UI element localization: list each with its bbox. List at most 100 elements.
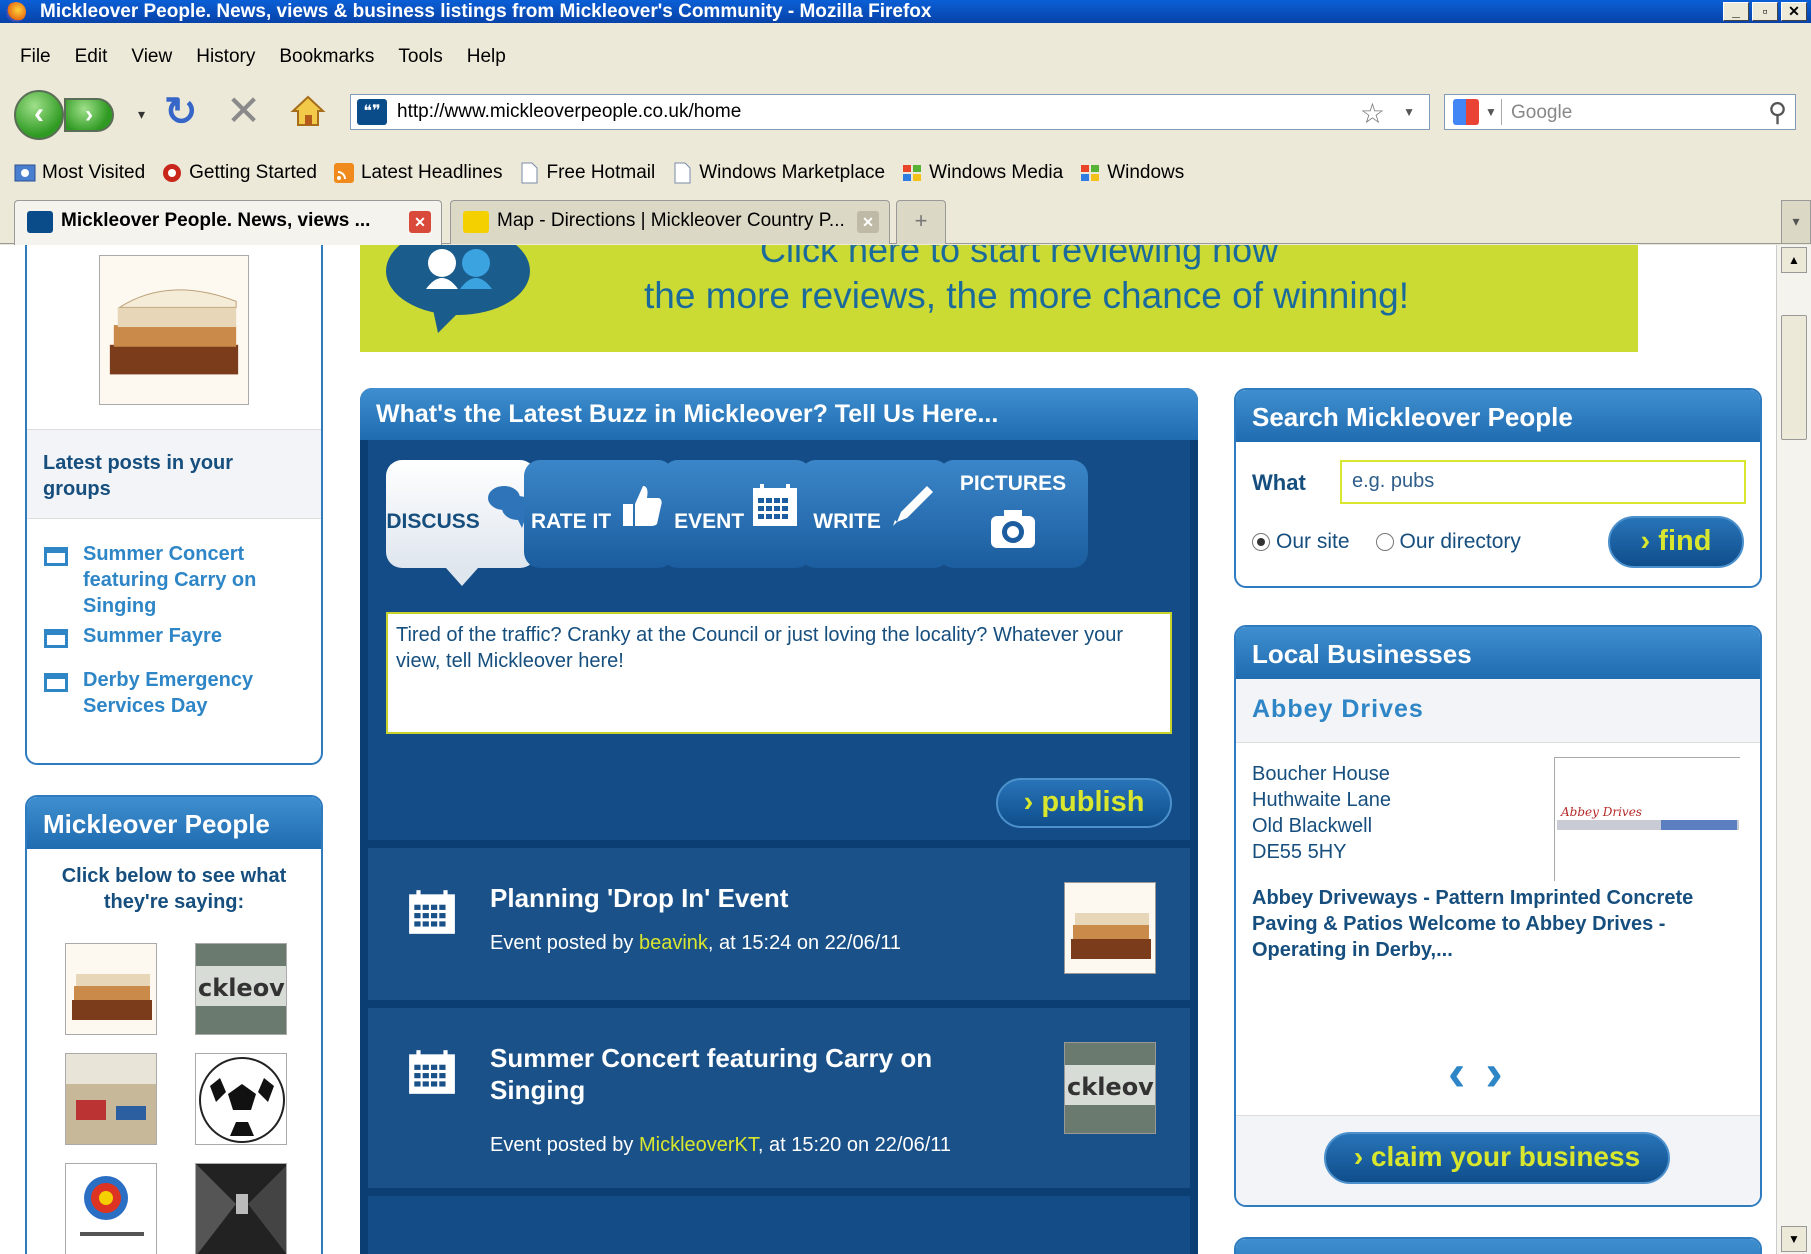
post-thumbnail[interactable] — [1064, 882, 1156, 974]
books-image — [1065, 883, 1155, 973]
minimize-button[interactable]: _ — [1723, 2, 1749, 21]
post-thumbnail[interactable]: ckleov — [1064, 1042, 1156, 1134]
bookmark-windows-media[interactable]: Windows Media — [901, 162, 1063, 184]
buzz-post-item[interactable] — [368, 1196, 1190, 1254]
search-magnifier-icon[interactable]: ⚲ — [1768, 97, 1787, 128]
business-logo[interactable]: Abbey Drives — [1554, 757, 1741, 882]
group-post-item[interactable]: Summer Concert featuring Carry on Singin… — [43, 541, 313, 619]
search-bar[interactable]: ▼ Google ⚲ — [1444, 94, 1796, 130]
radio-our-directory[interactable]: Our directory — [1375, 530, 1521, 554]
menu-tools[interactable]: Tools — [386, 42, 454, 72]
close-tab-icon[interactable]: ✕ — [409, 211, 431, 233]
group-post-link[interactable]: Derby Emergency Services Day — [83, 667, 313, 719]
business-address: Boucher House Huthwaite Lane Old Blackwe… — [1252, 761, 1391, 865]
radio-our-site[interactable]: Our site — [1252, 530, 1350, 554]
menu-bookmarks[interactable]: Bookmarks — [267, 42, 386, 72]
scroll-down-icon[interactable]: ▼ — [1781, 1226, 1807, 1252]
tab-mickleover-people[interactable]: Mickleover People. News, views ... ✕ — [14, 200, 442, 246]
bookmark-star-icon[interactable]: ☆ — [1360, 97, 1385, 130]
mickleover-sign-image: ckleov — [1065, 1043, 1155, 1133]
business-name[interactable]: Abbey Drives — [1236, 679, 1760, 743]
buzz-textarea[interactable]: Tired of the traffic? Cranky at the Coun… — [386, 612, 1172, 734]
post-meta-prefix: Event posted by — [490, 1134, 639, 1156]
new-tab-button[interactable]: + — [896, 200, 946, 244]
post-author-link[interactable]: MickleoverKT — [639, 1134, 758, 1156]
search-placeholder[interactable]: Google — [1511, 102, 1572, 124]
reload-icon[interactable]: ↻ — [164, 92, 198, 132]
tab-pictures[interactable]: PICTURES — [938, 460, 1088, 568]
menu-edit[interactable]: Edit — [63, 42, 120, 72]
claim-business-button[interactable]: › claim your business — [1324, 1132, 1670, 1184]
group-post-item[interactable]: Summer Fayre — [43, 623, 313, 649]
menu-file[interactable]: File — [8, 42, 63, 72]
people-thumbnail-books[interactable] — [65, 943, 157, 1035]
people-thumbnail-football[interactable] — [195, 1053, 287, 1145]
bookmark-windows-marketplace[interactable]: Windows Marketplace — [671, 162, 885, 184]
tab-rate-it[interactable]: RATE IT — [524, 460, 674, 568]
tab-discuss[interactable]: DISCUSS — [386, 460, 536, 586]
post-author-link[interactable]: beavink — [639, 932, 708, 954]
tab-map-directions[interactable]: Map - Directions | Mickleover Country P.… — [450, 200, 890, 244]
close-button[interactable]: ✕ — [1781, 2, 1807, 21]
post-title[interactable]: Summer Concert featuring Carry on Singin… — [490, 1042, 1010, 1106]
people-thumbnail-sign[interactable]: ckleov — [195, 943, 287, 1035]
business-description[interactable]: Abbey Driveways - Pattern Imprinted Conc… — [1252, 885, 1742, 963]
bookmark-getting-started[interactable]: Getting Started — [161, 162, 317, 184]
bookmark-free-hotmail[interactable]: Free Hotmail — [518, 162, 655, 184]
people-thumbnail-archery[interactable] — [65, 1163, 157, 1254]
address-line: DE55 5HY — [1252, 841, 1347, 863]
bookmark-windows[interactable]: Windows — [1079, 162, 1184, 184]
stop-icon[interactable]: ✕ — [226, 90, 261, 132]
tab-strip: Mickleover People. News, views ... ✕ Map… — [0, 198, 1811, 246]
chevron-right-icon[interactable]: › — [1485, 1047, 1502, 1099]
review-banner[interactable]: Click here to start reviewing now the mo… — [360, 245, 1638, 352]
what-input[interactable]: e.g. pubs — [1340, 460, 1746, 504]
scroll-up-icon[interactable]: ▲ — [1781, 247, 1807, 273]
menu-help[interactable]: Help — [455, 42, 518, 72]
tab-label: PICTURES — [959, 472, 1067, 495]
bookmark-latest-headlines[interactable]: Latest Headlines — [333, 162, 502, 184]
post-title[interactable]: Planning 'Drop In' Event — [490, 882, 1010, 914]
page-viewport: Click here to start reviewing now the mo… — [0, 245, 1790, 1254]
close-tab-icon[interactable]: ✕ — [857, 211, 879, 233]
group-post-link[interactable]: Summer Concert featuring Carry on Singin… — [83, 541, 313, 619]
tab-list-button[interactable]: ▾ — [1781, 200, 1811, 244]
tab-label: RATE IT — [531, 510, 612, 533]
chevron-left-icon[interactable]: ‹ — [1448, 1047, 1465, 1099]
what-label: What — [1252, 470, 1306, 495]
home-icon[interactable] — [290, 94, 326, 128]
football-image — [196, 1054, 286, 1144]
logo-text: Abbey Drives — [1560, 805, 1642, 819]
google-engine-icon[interactable] — [1453, 99, 1479, 125]
people-subtitle: Click below to see what they're saying: — [61, 865, 287, 913]
forward-button[interactable]: › — [64, 98, 114, 132]
publish-button[interactable]: › publish — [996, 778, 1172, 828]
radio-dot[interactable] — [1375, 533, 1394, 551]
url-dropdown-icon[interactable]: ▼ — [1403, 105, 1415, 119]
tab-write[interactable]: WRITE — [800, 460, 950, 568]
buzz-post-item[interactable]: Planning 'Drop In' Event Event posted by… — [368, 848, 1190, 1000]
people-thumbnail-gym[interactable] — [65, 1053, 157, 1145]
back-button[interactable]: ‹ — [14, 90, 64, 140]
buzz-post-item[interactable]: Summer Concert featuring Carry on Singin… — [368, 1008, 1190, 1188]
radio-dot[interactable] — [1252, 533, 1270, 551]
maximize-button[interactable]: ▫ — [1752, 2, 1778, 21]
tab-event[interactable]: EVENT — [662, 460, 812, 568]
menu-view[interactable]: View — [119, 42, 184, 72]
tab-label: Map - Directions | Mickleover Country P.… — [497, 210, 845, 231]
group-post-item[interactable]: Derby Emergency Services Day — [43, 667, 313, 719]
people-thumbnail-street[interactable] — [195, 1163, 287, 1254]
url-bar[interactable]: ❝❞ http://www.mickleoverpeople.co.uk/hom… — [350, 94, 1430, 130]
bookmark-most-visited[interactable]: Most Visited — [14, 162, 145, 184]
engine-dropdown-icon[interactable]: ▼ — [1485, 105, 1497, 119]
page-scrollbar[interactable]: ▲ ▼ — [1776, 245, 1811, 1254]
scroll-thumb[interactable] — [1781, 315, 1807, 440]
find-button[interactable]: › find — [1608, 516, 1744, 568]
books-image[interactable] — [99, 255, 249, 405]
group-post-link[interactable]: Summer Fayre — [83, 623, 222, 649]
yellow-pages-icon — [463, 211, 489, 233]
menu-history[interactable]: History — [184, 42, 267, 72]
history-dropdown-icon[interactable]: ▾ — [138, 106, 145, 123]
tab-label: WRITE — [813, 510, 881, 533]
url-text[interactable]: http://www.mickleoverpeople.co.uk/home — [397, 101, 741, 123]
